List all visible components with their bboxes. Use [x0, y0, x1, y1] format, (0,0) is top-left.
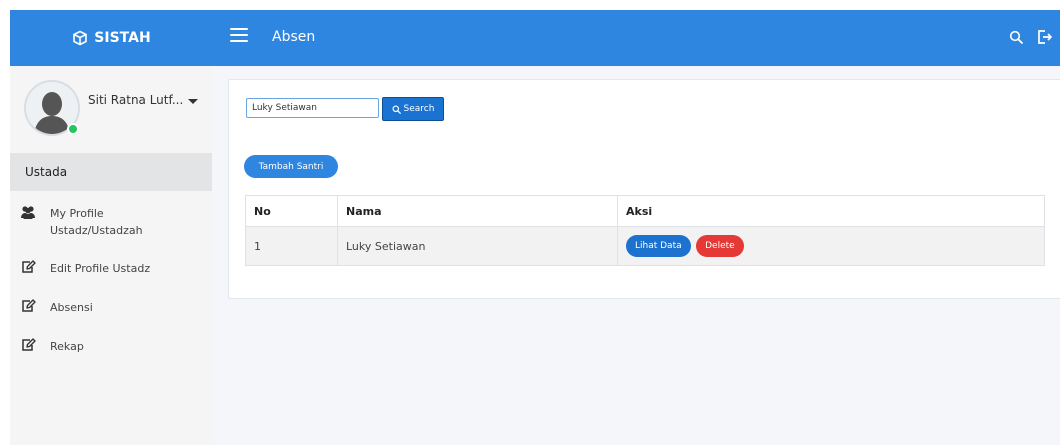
user-name[interactable]: Siti Ratna Lutf... — [88, 93, 183, 107]
online-status-dot — [67, 123, 79, 135]
cell-aksi: Lihat Data Delete — [617, 226, 1045, 266]
page-title: Absen — [272, 29, 316, 45]
logout-icon[interactable] — [1036, 29, 1052, 45]
sidebar-item-label: Rekap — [50, 340, 84, 353]
column-header-no: No — [245, 195, 338, 227]
role-label: Ustada — [25, 165, 68, 179]
hamburger-icon[interactable] — [230, 28, 248, 44]
view-data-button[interactable]: Lihat Data — [626, 235, 691, 257]
sidebar: Siti Ratna Lutf... Ustada My Profile Ust… — [10, 66, 212, 445]
edit-icon — [22, 299, 36, 312]
add-santri-button[interactable]: Tambah Santri — [244, 155, 338, 178]
column-header-aksi: Aksi — [617, 195, 1045, 227]
main-content: Search Tambah Santri No Nama Aksi 1 Luky… — [212, 66, 1060, 445]
search-button[interactable]: Search — [382, 97, 444, 121]
sidebar-item-label: My Profile Ustadz/Ustadzah — [50, 207, 143, 237]
search-icon[interactable] — [1009, 30, 1023, 44]
santri-table: No Nama Aksi 1 Luky Setiawan Lihat Data … — [245, 195, 1045, 266]
table-header-row: No Nama Aksi — [245, 195, 1045, 227]
column-header-nama: Nama — [337, 195, 618, 227]
search-icon — [392, 104, 401, 114]
caret-down-icon[interactable] — [188, 99, 198, 104]
sidebar-item-label: Absensi — [50, 301, 93, 314]
edit-icon — [22, 260, 36, 273]
search-button-label: Search — [403, 104, 435, 114]
table-row: 1 Luky Setiawan Lihat Data Delete — [245, 226, 1045, 266]
sidebar-item-label: Edit Profile Ustadz — [50, 262, 151, 275]
content-card: Search Tambah Santri No Nama Aksi 1 Luky… — [228, 79, 1060, 299]
delete-button[interactable]: Delete — [696, 235, 744, 257]
users-icon — [21, 206, 35, 219]
brand-name: SISTAH — [94, 30, 151, 46]
cell-nama: Luky Setiawan — [337, 226, 618, 266]
search-input[interactable] — [246, 98, 379, 118]
role-section: Ustada — [10, 153, 212, 191]
cell-no: 1 — [245, 226, 338, 266]
edit-icon — [22, 338, 36, 351]
brand[interactable]: SISTAH — [10, 10, 213, 66]
cube-icon — [73, 30, 88, 46]
top-bar: SISTAH Absen — [10, 10, 1060, 66]
